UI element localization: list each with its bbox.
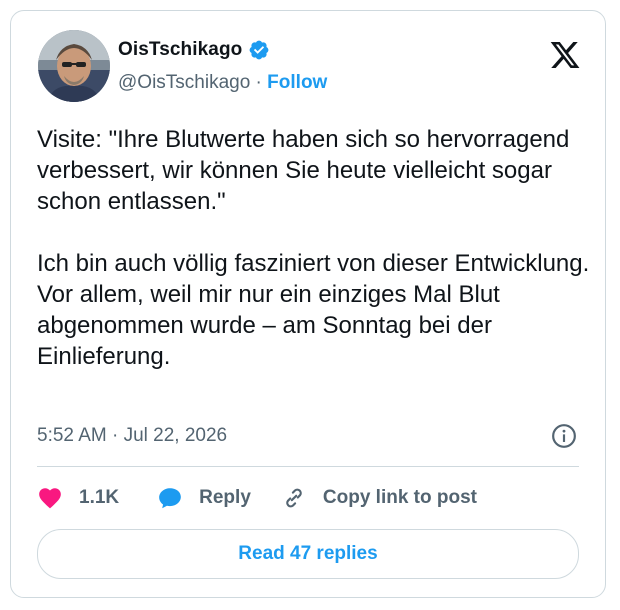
follow-button[interactable]: Follow [267,72,327,93]
read-replies-label: Read 47 replies [238,543,378,564]
heart-icon [39,488,61,509]
x-logo-icon[interactable] [549,39,581,71]
copy-link-label: Copy link to post [322,487,477,508]
reply-label: Reply [199,487,251,508]
link-icon [286,488,302,508]
tweet-card: OisTschikago @OisTschikago · Follow Visi… [10,10,606,598]
handle-separator: · [250,72,268,93]
info-icon[interactable] [551,423,577,449]
action-bar: 1.1K Reply Copy link to post [37,483,477,513]
author-handle[interactable]: @OisTschikago [118,72,250,93]
reply-bubble-icon [159,488,181,509]
like-count: 1.1K [79,487,120,508]
divider [37,466,579,467]
copy-link-button[interactable]: Copy link to post [281,485,477,511]
read-replies-button[interactable]: Read 47 replies [37,529,579,579]
tweet-text: Visite: "Ihre Blutwerte haben sich so he… [37,126,590,370]
like-button[interactable]: 1.1K [37,485,119,511]
tweet-timestamp[interactable]: 5:52 AM · Jul 22, 2026 [37,425,227,447]
handle-row: @OisTschikago · Follow [118,72,327,94]
author-name-row[interactable]: OisTschikago [118,39,270,61]
reply-button[interactable]: Reply [157,485,251,511]
avatar[interactable] [38,30,110,102]
author-display-name[interactable]: OisTschikago [118,39,242,61]
avatar-image [38,30,110,102]
verified-badge-icon [249,40,269,60]
